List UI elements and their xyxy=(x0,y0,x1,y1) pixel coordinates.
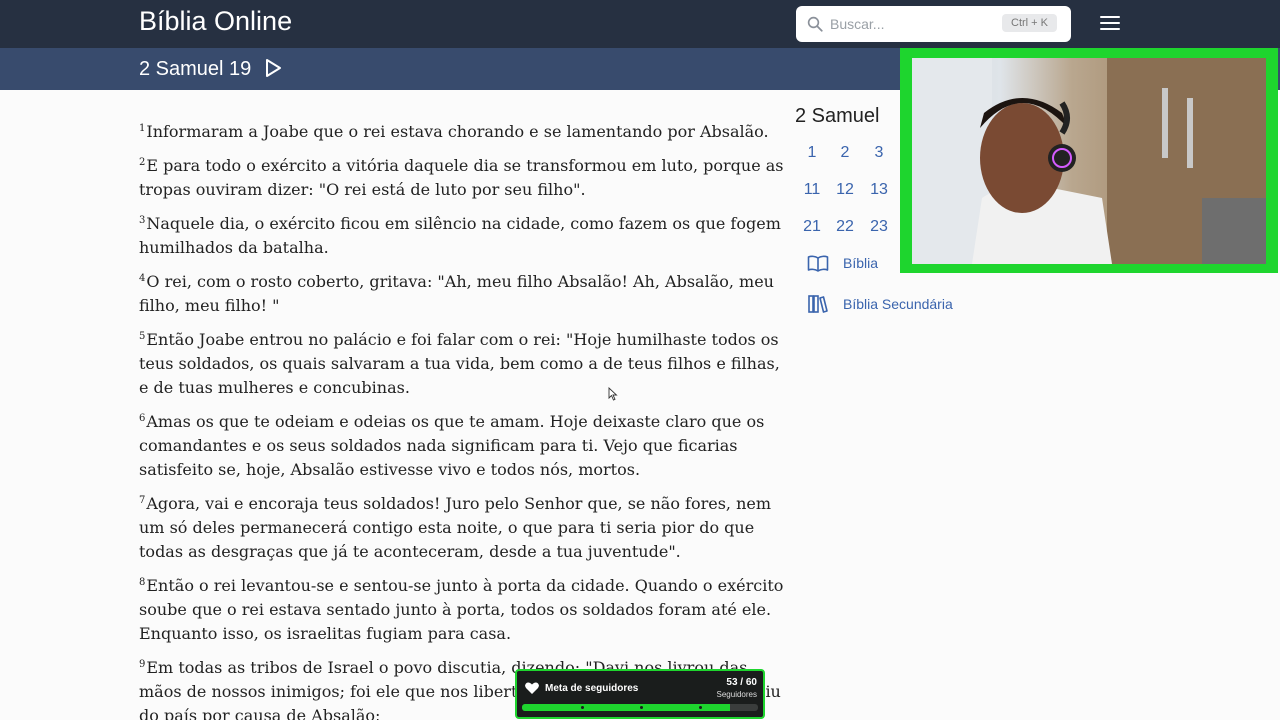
chapter-link[interactable]: 12 xyxy=(828,176,862,204)
chapter-link[interactable]: 21 xyxy=(795,213,829,241)
open-book-icon xyxy=(807,255,829,272)
verse-text: Naquele dia, o exército ficou em silênci… xyxy=(139,214,781,257)
verse-text: Amas os que te odeiam e odeias os que te… xyxy=(139,412,765,479)
verse: 5Então Joabe entrou no palácio e foi fal… xyxy=(139,328,784,400)
verse: 7Agora, vai e encoraja teus soldados! Ju… xyxy=(139,492,784,564)
verse-number[interactable]: 3 xyxy=(139,215,145,226)
verse-number[interactable]: 6 xyxy=(139,413,145,424)
chapter-link[interactable]: 23 xyxy=(862,213,896,241)
search-box[interactable]: Ctrl + K xyxy=(796,6,1071,42)
search-icon xyxy=(807,16,823,32)
chapter-link[interactable]: 11 xyxy=(795,176,829,204)
chapter-title: 2 Samuel 19 xyxy=(139,58,252,80)
chapter-link[interactable]: 13 xyxy=(862,176,896,204)
follower-goal-widget: Meta de seguidores 53 / 60 Seguidores xyxy=(515,669,765,719)
verse-text: E para todo o exército a vitória daquele… xyxy=(139,156,784,199)
mouse-cursor-icon xyxy=(608,387,618,401)
app-title[interactable]: Bíblia Online xyxy=(139,6,292,37)
verse-number[interactable]: 5 xyxy=(139,331,145,342)
heart-hand-icon xyxy=(525,682,539,694)
verse: 2E para todo o exército a vitória daquel… xyxy=(139,154,784,202)
verse-text: Agora, vai e encoraja teus soldados! Jur… xyxy=(139,494,772,561)
verse: 8Então o rei levantou-se e sentou-se jun… xyxy=(139,574,784,646)
chapter-link[interactable]: 2 xyxy=(828,139,862,167)
goal-progress-bar xyxy=(522,704,758,711)
search-input[interactable] xyxy=(830,13,1000,35)
verse-number[interactable]: 8 xyxy=(139,577,145,588)
webcam-video xyxy=(912,58,1266,264)
chapter-text: 1Informaram a Joabe que o rei estava cho… xyxy=(139,120,784,720)
verse: 3Naquele dia, o exército ficou em silênc… xyxy=(139,212,784,260)
webcam-overlay xyxy=(900,48,1278,273)
verse-number[interactable]: 7 xyxy=(139,495,145,506)
verse-number[interactable]: 2 xyxy=(139,157,145,168)
secondary-bible-link[interactable]: Bíblia Secundária xyxy=(807,294,953,314)
verse-text: Informaram a Joabe que o rei estava chor… xyxy=(146,122,769,141)
search-shortcut-hint: Ctrl + K xyxy=(1002,14,1057,32)
goal-tick xyxy=(581,706,584,709)
secondary-bible-link-label: Bíblia Secundária xyxy=(843,296,953,312)
goal-label: Meta de seguidores xyxy=(545,683,639,694)
play-icon[interactable] xyxy=(262,57,284,79)
chapter-link[interactable]: 3 xyxy=(862,139,896,167)
goal-unit: Seguidores xyxy=(716,690,757,699)
verse-text: Então Joabe entrou no palácio e foi fala… xyxy=(139,330,780,397)
verse: 6Amas os que te odeiam e odeias os que t… xyxy=(139,410,784,482)
verse-number[interactable]: 4 xyxy=(139,273,145,284)
bible-link[interactable]: Bíblia xyxy=(807,254,878,272)
hamburger-menu-icon[interactable] xyxy=(1097,12,1123,36)
chapter-link[interactable]: 1 xyxy=(795,139,829,167)
verse-number[interactable]: 9 xyxy=(139,659,145,670)
bible-link-label: Bíblia xyxy=(843,255,879,271)
verse-number[interactable]: 1 xyxy=(139,123,145,134)
goal-tick xyxy=(640,706,643,709)
verse-text: O rei, com o rosto coberto, gritava: "Ah… xyxy=(139,272,774,315)
chapter-link[interactable]: 22 xyxy=(828,213,862,241)
verse: 4O rei, com o rosto coberto, gritava: "A… xyxy=(139,270,784,318)
webcam-person-image xyxy=(912,58,1266,264)
goal-tick xyxy=(699,706,702,709)
top-navbar: Bíblia Online Ctrl + K xyxy=(0,0,1280,48)
books-icon xyxy=(808,295,828,313)
verse-text: Então o rei levantou-se e sentou-se junt… xyxy=(139,576,784,643)
verse: 1Informaram a Joabe que o rei estava cho… xyxy=(139,120,784,144)
goal-count: 53 / 60 xyxy=(726,677,757,688)
